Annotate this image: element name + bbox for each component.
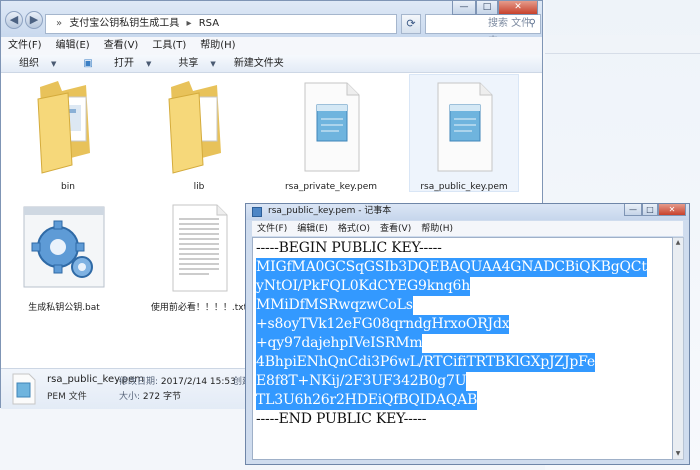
close-button[interactable]: ✕	[498, 1, 538, 15]
file-name: 使用前必看！！！！.txt	[150, 303, 248, 313]
notepad-text-line[interactable]: +qy97dajehpIVeISRMm	[256, 334, 423, 353]
breadcrumb-separator: »	[56, 18, 63, 29]
notepad-close-button[interactable]: ✕	[658, 204, 686, 216]
chevron-down-icon: ▼	[146, 60, 152, 68]
folder-icon	[168, 81, 221, 174]
notepad-text-line[interactable]: MMiDfMSRwqzwCoLs	[256, 296, 413, 315]
notepad-maximize-button[interactable]: □	[642, 204, 658, 216]
file-name: bin	[61, 182, 75, 192]
notepad-icon	[252, 207, 262, 217]
menu-help[interactable]: 帮助(H)	[193, 37, 242, 55]
notepad-file-icon	[437, 82, 493, 172]
address-bar[interactable]: » 支付宝公钥私钥生成工具 ▸ RSA	[45, 14, 397, 34]
menu-tools[interactable]: 工具(T)	[145, 37, 193, 55]
np-menu-edit[interactable]: 编辑(E)	[292, 222, 333, 237]
forward-button[interactable]: ▶	[25, 11, 43, 29]
batch-gear-icon	[23, 206, 105, 288]
file-item-public-key[interactable]: rsa_public_key.pem	[409, 74, 519, 192]
file-name: lib	[193, 182, 205, 192]
size-value: 272 字节	[142, 392, 181, 402]
refresh-icon[interactable]: ⟳	[401, 14, 421, 34]
notepad-text-line[interactable]: MIGfMA0GCSqGSIb3DQEBAQUAA4GNADCBiQKBgQCt	[256, 258, 647, 277]
file-item-lib[interactable]: lib	[144, 75, 254, 192]
scroll-up-icon[interactable]: ▲	[673, 238, 683, 248]
menu-edit[interactable]: 编辑(E)	[49, 37, 97, 55]
np-menu-view[interactable]: 查看(V)	[375, 222, 416, 237]
notepad-minimize-button[interactable]: —	[624, 204, 642, 216]
file-item-readme[interactable]: 使用前必看！！！！.txt	[144, 201, 254, 313]
window-controls: — □ ✕	[452, 1, 538, 15]
file-name: rsa_private_key.pem	[284, 182, 378, 192]
organize-label: 组织	[19, 58, 39, 69]
notepad-text-line[interactable]: 4BhpiENhQnCdi3P6wL/RTCifiTRTBKlGXpJZJpFe	[256, 353, 595, 372]
menu-view[interactable]: 查看(V)	[97, 37, 146, 55]
explorer-toolbar: 组织 ▼ ▣ 打开 ▼ 共享 ▼ 新建文件夹	[1, 55, 542, 73]
chevron-down-icon: ▼	[210, 60, 216, 68]
open-button[interactable]: ▣ 打开 ▼	[65, 55, 160, 73]
minimize-button[interactable]: —	[452, 1, 476, 15]
notepad-text-line[interactable]: +s8oyTVk12eFG08qrndgHrxoORJdx	[256, 315, 510, 334]
breadcrumb-folder[interactable]: 支付宝公钥私钥生成工具	[69, 18, 179, 29]
share-button[interactable]: 共享 ▼	[160, 55, 224, 73]
notepad-text-area[interactable]: -----BEGIN PUBLIC KEY----- MIGfMA0GCSqGSI…	[252, 237, 673, 460]
menu-file[interactable]: 文件(F)	[1, 37, 49, 55]
background-window-menubar	[545, 35, 700, 54]
notepad-text-line[interactable]: -----BEGIN PUBLIC KEY-----	[256, 239, 442, 258]
breadcrumb-current[interactable]: RSA	[199, 18, 219, 29]
search-icon: ⚲	[528, 18, 536, 29]
notepad-text-line[interactable]: yNtOI/PkFQL0KdCYEG9knq6h	[256, 277, 470, 296]
notepad-scrollbar[interactable]: ▲ ▼	[673, 237, 684, 460]
chevron-down-icon: ▼	[51, 60, 57, 68]
notepad-file-icon	[304, 82, 360, 172]
notepad-menubar: 文件(F) 编辑(E) 格式(O) 查看(V) 帮助(H)	[252, 221, 683, 236]
notepad-titlebar: rsa_public_key.pem - 记事本 — □ ✕	[246, 204, 689, 220]
notepad-text-line[interactable]: E8f8T+NKij/2F3UF342B0g7U	[256, 372, 467, 391]
explorer-titlebar: ◀ ▶ » 支付宝公钥私钥生成工具 ▸ RSA ⟳ 搜索 文件夹 ⚲ — □ ✕	[1, 1, 542, 47]
open-label: 打开	[114, 58, 135, 69]
np-menu-help[interactable]: 帮助(H)	[416, 222, 458, 237]
file-name: rsa_public_key.pem	[420, 182, 508, 192]
details-file-type: PEM 文件	[47, 392, 87, 402]
file-item-private-key[interactable]: rsa_private_key.pem	[276, 75, 386, 192]
folder-icon	[37, 81, 90, 174]
modified-label: 修改日期:	[119, 377, 159, 387]
search-input[interactable]: 搜索 文件夹 ⚲	[425, 14, 541, 47]
explorer-menubar: 文件(F) 编辑(E) 查看(V) 工具(T) 帮助(H)	[1, 37, 542, 56]
share-label: 共享	[178, 58, 199, 69]
notepad-file-icon	[12, 373, 36, 405]
notepad-window: rsa_public_key.pem - 记事本 — □ ✕ 文件(F) 编辑(E…	[245, 203, 690, 465]
notepad-window-controls: — □ ✕	[624, 204, 686, 216]
np-menu-format[interactable]: 格式(O)	[333, 222, 375, 237]
maximize-button[interactable]: □	[476, 1, 498, 15]
new-folder-button[interactable]: 新建文件夹	[225, 55, 293, 72]
notepad-text-line[interactable]: -----END PUBLIC KEY-----	[256, 410, 426, 429]
notepad-text-line[interactable]: TL3U6h26r2HDEiQfBQIDAQAB	[256, 391, 477, 410]
file-item-bat[interactable]: 生成私钥公钥.bat	[9, 201, 119, 313]
text-file-icon	[172, 204, 228, 292]
scroll-down-icon[interactable]: ▼	[673, 449, 683, 459]
details-size: 大小: 272 字节	[119, 389, 181, 402]
back-button[interactable]: ◀	[5, 11, 23, 29]
np-menu-file[interactable]: 文件(F)	[252, 222, 292, 237]
file-item-bin[interactable]: bin	[13, 75, 123, 192]
file-name: 生成私钥公钥.bat	[28, 303, 100, 313]
size-label: 大小:	[119, 392, 141, 402]
organize-button[interactable]: 组织 ▼	[1, 55, 65, 73]
notepad-small-icon: ▣	[83, 58, 93, 69]
modified-value: 2017/2/14 15:53	[160, 377, 236, 387]
breadcrumb-separator: ▸	[186, 18, 192, 29]
notepad-title: rsa_public_key.pem - 记事本	[268, 206, 392, 216]
details-modified: 修改日期: 2017/2/14 15:53	[119, 374, 236, 387]
